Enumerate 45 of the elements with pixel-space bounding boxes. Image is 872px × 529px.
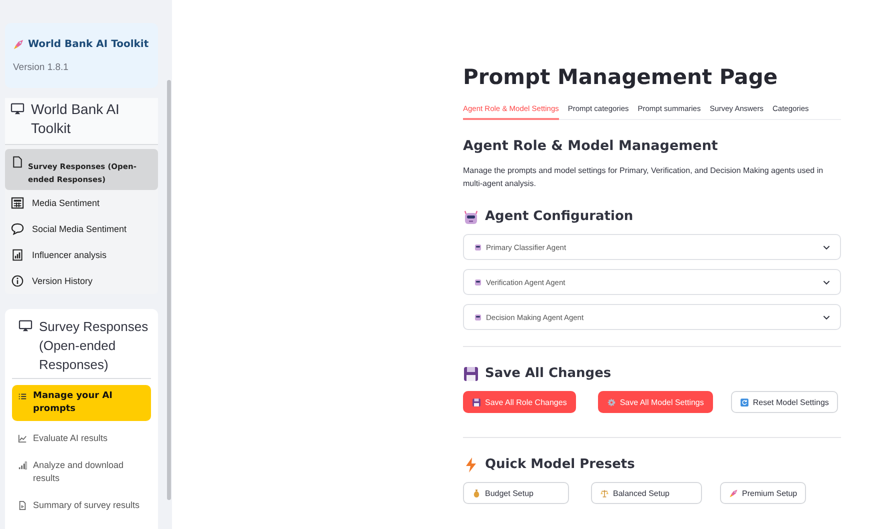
nav-item[interactable]: Media Sentiment [5,190,158,216]
rocket-icon [13,39,24,50]
bar-chart-icon [18,461,27,470]
speech-bubble-icon [11,223,24,235]
section-heading: Agent Role & Model Management [463,137,719,156]
nav-title: World Bank AI Toolkit [31,100,120,138]
document-icon [18,501,27,510]
preset-button[interactable]: Budget Setup [463,482,569,504]
nav-item[interactable]: Influencer analysis [5,242,158,268]
monitor-icon [18,320,33,332]
line-chart-icon [18,434,27,443]
robot-icon [463,209,479,225]
subnav-item[interactable]: Evaluate AI results [12,427,151,450]
monitor-icon [10,103,25,115]
money-bag-icon [472,488,481,498]
info-icon [11,275,24,287]
gear-icon [606,398,616,406]
scrollbar[interactable] [167,80,171,500]
subnav-item[interactable]: Summary of survey results [12,494,151,517]
scales-icon [600,488,609,498]
brand-title: World Bank AI Toolkit [28,39,149,50]
nav-item[interactable]: Version History [5,268,158,294]
preset-button[interactable]: Balanced Setup [591,482,702,504]
lightning-icon [463,457,479,473]
subnav-title: Survey Responses (Open-ended Responses) [39,318,150,374]
robot-icon [474,278,482,286]
description: Manage the prompts and model settings for Primary, Verification, and Decision Making agents used in multi-agent analysis. [463,165,824,190]
nav-item[interactable]: Social Media Sentiment [5,216,158,242]
action-button[interactable]: Reset Model Settings [730,391,838,413]
version-label: Version 1.8.1 [13,62,70,73]
robot-icon [474,313,482,321]
page-title: Prompt Management Page [463,64,779,91]
section-heading: Quick Model Presets [485,456,635,474]
refresh-icon [740,398,749,406]
newspaper-icon [11,197,24,209]
preset-button[interactable]: Premium Setup [720,482,806,504]
section-heading: Save All Changes [485,365,612,383]
subnav-item[interactable]: Analyze and download results [12,454,151,490]
robot-icon [474,243,482,251]
rocket-icon [729,488,738,498]
subnav-item[interactable]: Manage your AI prompts [12,385,151,421]
list-icon [18,392,27,401]
section-heading: Agent Configuration [485,208,634,226]
document-icon [11,156,24,168]
bar-chart-icon [11,249,24,261]
